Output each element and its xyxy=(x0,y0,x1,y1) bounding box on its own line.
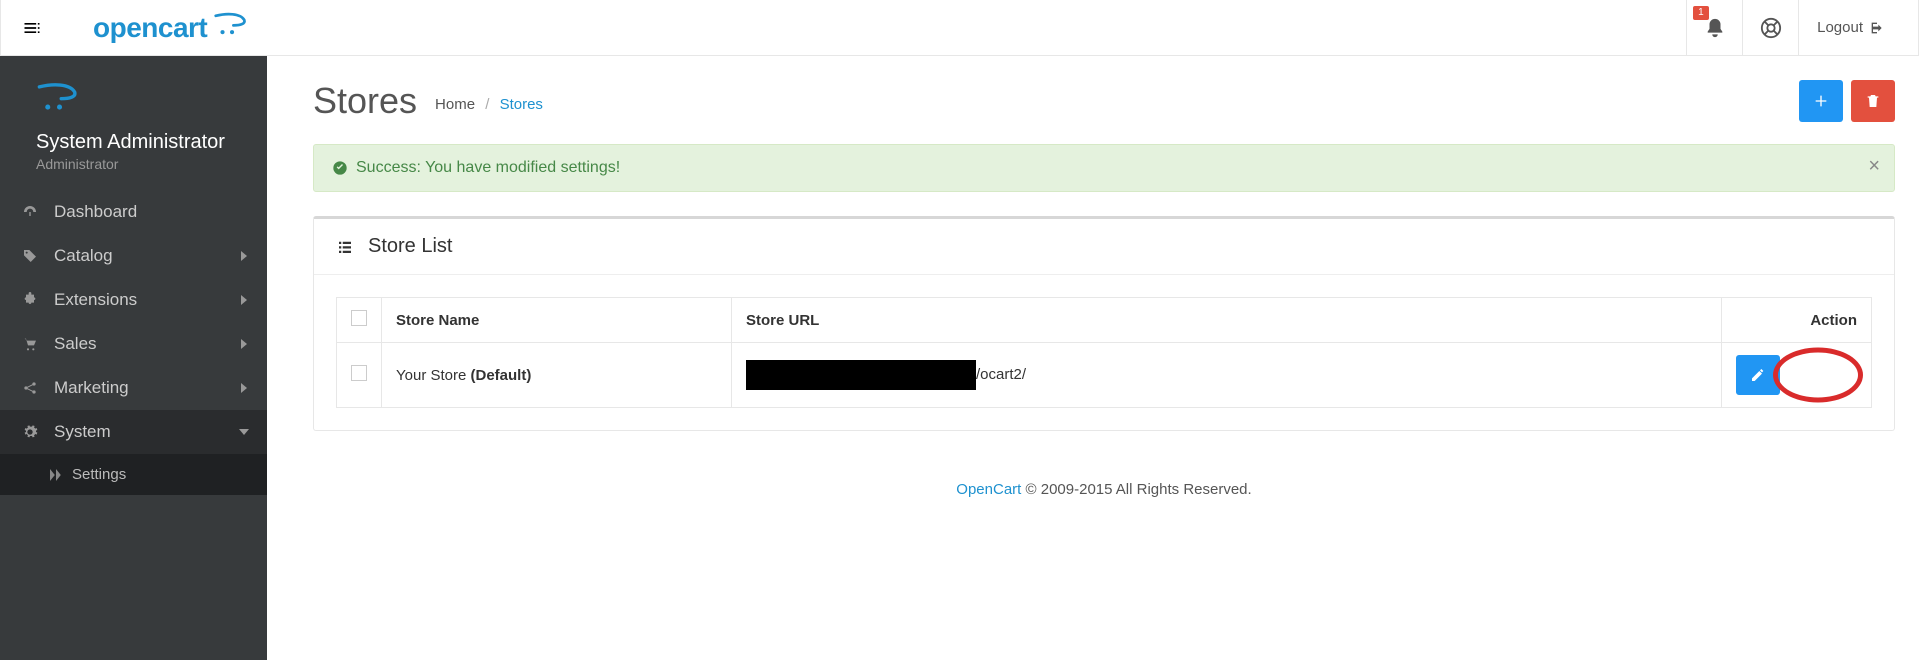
alert-success: Success: You have modified settings! × xyxy=(313,144,1895,192)
pencil-icon xyxy=(1750,367,1766,383)
gear-icon xyxy=(18,424,42,440)
footer-text: © 2009-2015 All Rights Reserved. xyxy=(1021,481,1251,498)
breadcrumb: Home / Stores xyxy=(435,96,543,113)
sidebar-item-label: Catalog xyxy=(54,246,113,266)
redacted-url xyxy=(746,360,976,390)
header-right: 1 Logout xyxy=(1686,0,1903,55)
panel-title: Store List xyxy=(368,235,452,258)
alert-close-button[interactable]: × xyxy=(1868,155,1880,178)
profile-block: System Administrator Administrator xyxy=(0,131,267,190)
sidebar-logo xyxy=(0,80,267,131)
sidebar-item-marketing[interactable]: Marketing xyxy=(0,366,267,410)
life-ring-icon xyxy=(1760,17,1782,39)
brand-logo[interactable]: opencart xyxy=(93,11,247,44)
sidebar-item-label: Sales xyxy=(54,334,97,354)
row-checkbox[interactable] xyxy=(351,365,367,381)
menu-toggle-icon xyxy=(22,18,42,38)
content-area: Stores Home / Stores Success: You have m… xyxy=(267,56,1919,660)
chevron-right-icon xyxy=(239,246,249,266)
sidebar-item-dashboard[interactable]: Dashboard xyxy=(0,190,267,234)
stores-table: Store Name Store URL Action Your Store (… xyxy=(336,297,1872,408)
check-circle-icon xyxy=(332,160,348,176)
cell-store-url: /ocart2/ xyxy=(732,343,1722,408)
panel-heading: Store List xyxy=(314,219,1894,275)
select-all-checkbox[interactable] xyxy=(351,310,367,326)
plus-icon xyxy=(1813,93,1829,109)
sidebar-item-label: Extensions xyxy=(54,290,137,310)
profile-role: Administrator xyxy=(36,156,231,172)
url-suffix: /ocart2/ xyxy=(976,366,1026,383)
store-default-badge: (Default) xyxy=(471,367,532,384)
breadcrumb-current[interactable]: Stores xyxy=(500,96,543,113)
page-title: Stores xyxy=(313,80,417,122)
double-chevron-icon xyxy=(50,469,62,481)
store-name-text: Your Store xyxy=(396,367,471,384)
trash-icon xyxy=(1865,93,1881,109)
panel-store-list: Store List Store Name Store URL Action xyxy=(313,216,1895,431)
logout-icon xyxy=(1869,20,1885,36)
puzzle-icon xyxy=(18,292,42,308)
breadcrumb-home[interactable]: Home xyxy=(435,96,475,113)
cell-store-name: Your Store (Default) xyxy=(382,343,732,408)
notifications-button[interactable]: 1 xyxy=(1686,0,1742,55)
chevron-right-icon xyxy=(239,290,249,310)
sidebar-subitem-settings[interactable]: Settings xyxy=(0,454,267,495)
sidebar: System Administrator Administrator Dashb… xyxy=(0,56,267,660)
footer: OpenCart © 2009-2015 All Rights Reserved… xyxy=(313,467,1895,522)
logout-label: Logout xyxy=(1817,19,1863,36)
sidebar-item-sales[interactable]: Sales xyxy=(0,322,267,366)
page-header: Stores Home / Stores xyxy=(313,80,1895,122)
th-store-name[interactable]: Store Name xyxy=(382,298,732,343)
sidebar-subitem-label: Settings xyxy=(72,466,126,483)
cell-action xyxy=(1722,343,1872,408)
top-header: opencart 1 Logout xyxy=(0,0,1919,56)
sidebar-item-system[interactable]: System xyxy=(0,410,267,454)
sidebar-item-label: Dashboard xyxy=(54,202,137,222)
profile-name: System Administrator xyxy=(36,131,231,154)
th-checkbox xyxy=(337,298,382,343)
help-button[interactable] xyxy=(1742,0,1798,55)
breadcrumb-sep: / xyxy=(485,96,489,113)
page-actions xyxy=(1799,80,1895,122)
edit-button[interactable] xyxy=(1736,355,1780,395)
tag-icon xyxy=(18,248,42,264)
annotation-circle xyxy=(1773,348,1863,403)
footer-link[interactable]: OpenCart xyxy=(956,481,1021,498)
list-icon xyxy=(336,238,354,256)
sidebar-item-label: System xyxy=(54,422,111,442)
th-store-url[interactable]: Store URL xyxy=(732,298,1722,343)
chevron-right-icon xyxy=(239,334,249,354)
chevron-right-icon xyxy=(239,378,249,398)
brand-text: opencart xyxy=(93,12,207,44)
notification-badge: 1 xyxy=(1693,6,1709,20)
delete-button[interactable] xyxy=(1851,80,1895,122)
menu-toggle-button[interactable] xyxy=(16,12,48,44)
sidebar-item-catalog[interactable]: Catalog xyxy=(0,234,267,278)
cart-icon xyxy=(18,336,42,352)
add-button[interactable] xyxy=(1799,80,1843,122)
th-action: Action xyxy=(1722,298,1872,343)
share-icon xyxy=(18,380,42,396)
logout-button[interactable]: Logout xyxy=(1798,0,1903,55)
sidebar-item-extensions[interactable]: Extensions xyxy=(0,278,267,322)
dashboard-icon xyxy=(18,204,42,220)
sidebar-item-label: Marketing xyxy=(54,378,129,398)
alert-text: Success: You have modified settings! xyxy=(356,159,620,177)
table-row: Your Store (Default) /ocart2/ xyxy=(337,343,1872,408)
chevron-down-icon xyxy=(239,422,249,442)
cart-icon xyxy=(213,11,247,44)
